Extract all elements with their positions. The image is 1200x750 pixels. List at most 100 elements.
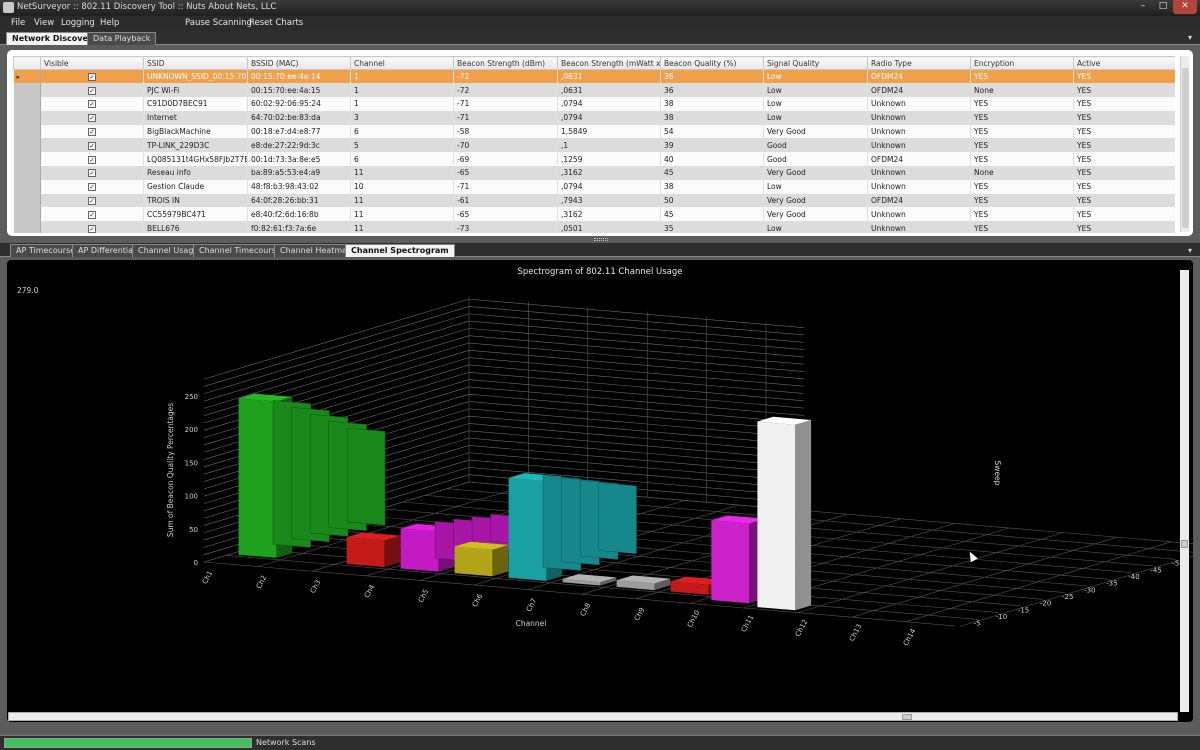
pin-icon[interactable]: ▾ — [1188, 33, 1192, 42]
tab-data-playback[interactable]: Data Playback — [87, 32, 157, 45]
visible-checkbox[interactable]: ✓ — [88, 86, 96, 95]
table-cell: None — [970, 166, 1074, 180]
tab-ap-differential[interactable]: AP Differential — [72, 244, 142, 257]
spectrogram-chart: Spectrogram of 802.11 Channel Usage 279.0… — [17, 267, 1193, 647]
x-tick-label: Ch6 — [471, 592, 485, 608]
table-row[interactable]: ✓ Gestion Claude 48:f8:b3:98:43:02 10 -71,07… — [13, 179, 1175, 194]
minimize-button[interactable]: – — [1133, 0, 1153, 14]
row-header[interactable] — [13, 138, 41, 153]
tab-channel-spectrogram[interactable]: Channel Spectrogram — [345, 244, 455, 257]
row-header[interactable] — [13, 179, 41, 194]
row-header[interactable] — [13, 193, 41, 208]
scrollbar-thumb[interactable] — [1182, 68, 1189, 228]
column-header[interactable]: Active — [1073, 56, 1175, 70]
column-header[interactable]: Beacon Strength (dBm) — [453, 56, 558, 70]
row-header[interactable] — [13, 83, 41, 98]
reset-charts-button[interactable]: Reset Charts — [249, 18, 303, 28]
row-header[interactable]: ▸ — [13, 69, 41, 84]
table-row[interactable]: ✓ PJC Wi-Fi 00:15:70:ee:4a:15 1 -72,0631 36 Lo… — [13, 83, 1175, 98]
visible-checkbox[interactable]: ✓ — [88, 100, 96, 109]
table-cell: 1 — [350, 97, 454, 111]
column-header[interactable]: Beacon Quality (%) — [660, 56, 764, 70]
visible-checkbox[interactable]: ✓ — [88, 141, 96, 150]
table-cell: 36 — [660, 69, 764, 84]
table-cell: 64:70:02:be:83:da — [247, 110, 351, 125]
chart-vertical-scrollbar[interactable] — [1180, 270, 1189, 712]
table-row[interactable]: ✓ Reseau info ba:89:a5:53:e4:a9 11 -65,3162 4… — [13, 166, 1175, 180]
bar — [616, 575, 671, 591]
table-cell: Low — [763, 179, 868, 194]
table-cell: OFDM24 — [867, 83, 971, 98]
table-row[interactable]: ✓ C91D0D7BEC91 60:02:92:06:95:24 1 -71,0794 3… — [13, 97, 1175, 111]
close-button[interactable]: ✕ — [1173, 0, 1197, 14]
table-row[interactable]: ✓ BigBlackMachine 00:18:e7:d4:e8:77 6 -58 1,5… — [13, 124, 1175, 139]
table-row[interactable]: ▸ ✓ UNKNOWN_SSID_00:15:70:... 00:15:70:ee:4… — [13, 69, 1175, 84]
tab-ap-timecourse[interactable]: AP Timecourse — [10, 244, 82, 257]
table-cell: 48:f8:b3:98:43:02 — [247, 179, 351, 194]
table-cell: ✓ — [40, 83, 144, 98]
row-header[interactable] — [13, 152, 41, 167]
visible-checkbox[interactable]: ✓ — [88, 114, 96, 123]
table-cell: 45 — [660, 207, 764, 222]
table-cell: ba:89:a5:53:e4:a9 — [247, 166, 351, 180]
x-tick-label: Ch2 — [255, 574, 269, 590]
visible-checkbox[interactable]: ✓ — [88, 128, 96, 137]
grid-line — [468, 423, 804, 453]
table-cell: YES — [970, 69, 1074, 84]
table-cell: 00:1d:73:3a:8e:e5 — [247, 152, 351, 167]
menu-view[interactable]: View — [34, 18, 54, 28]
bar-side — [384, 535, 401, 568]
column-header[interactable]: Visible — [40, 56, 144, 70]
table-cell: Good — [763, 152, 868, 167]
table-row[interactable]: ✓ TROIS IN 64:0f:28:26:bb:31 11 -61,7943 50 Ve… — [13, 193, 1175, 208]
x-tick-label: Ch4 — [363, 583, 377, 599]
column-header[interactable]: Channel — [350, 56, 454, 70]
table-row[interactable]: ✓ TP-LINK_229D3C e8:de:27:22:9d:3c 5 -70,1 39… — [13, 138, 1175, 153]
pin-icon[interactable]: ▾ — [1188, 246, 1192, 255]
grid-vertical-scrollbar[interactable] — [1180, 56, 1189, 232]
visible-checkbox[interactable]: ✓ — [88, 210, 96, 219]
row-header[interactable] — [13, 97, 41, 111]
column-header[interactable]: Radio Type — [867, 56, 971, 70]
table-row[interactable]: ✓ Internet 64:70:02:be:83:da 3 -71,0794 38 Low… — [13, 110, 1175, 125]
row-header[interactable] — [13, 124, 41, 139]
visible-checkbox[interactable]: ✓ — [88, 183, 96, 192]
row-header[interactable] — [13, 166, 41, 180]
menu-help[interactable]: Help — [100, 18, 119, 28]
visible-checkbox[interactable]: ✓ — [88, 73, 96, 82]
column-header[interactable]: Beacon Strength (mWatt x... — [557, 56, 661, 70]
column-header[interactable]: SSID — [143, 56, 248, 70]
row-header[interactable] — [13, 110, 41, 125]
visible-checkbox[interactable]: ✓ — [88, 197, 96, 206]
panel-splitter[interactable] — [594, 238, 608, 241]
row-header[interactable] — [13, 207, 41, 222]
column-header[interactable]: Encryption — [970, 56, 1074, 70]
table-cell: e8:de:27:22:9d:3c — [247, 138, 351, 153]
visible-checkbox[interactable]: ✓ — [88, 224, 96, 233]
scrollbar-thumb[interactable] — [902, 714, 912, 720]
visible-checkbox[interactable]: ✓ — [88, 155, 96, 164]
table-row[interactable]: ✓ LQ085131t4GHx58FJb2T7BoP 00:1d:73:3a:8e:… — [13, 152, 1175, 167]
maximize-button[interactable]: □ — [1153, 0, 1173, 14]
table-cell: -72 — [453, 83, 558, 98]
visible-checkbox[interactable]: ✓ — [88, 169, 96, 178]
z-tick-label: -35 — [1106, 580, 1117, 588]
chart-horizontal-scrollbar[interactable] — [8, 712, 1178, 721]
column-header[interactable]: Signal Quality — [763, 56, 868, 70]
table-cell: ✓ — [40, 166, 144, 180]
scrollbar-thumb[interactable] — [1181, 540, 1188, 548]
row-header[interactable] — [13, 221, 41, 233]
table-cell: ,0631 — [557, 69, 661, 84]
table-cell: YES — [1073, 193, 1175, 208]
bar-history — [347, 427, 386, 526]
table-row[interactable]: ✓ BELL676 f0:82:61:f3:7a:6e 11 -73,0501 35 Low… — [13, 221, 1175, 233]
table-cell: ,0794 — [557, 97, 661, 111]
table-row[interactable]: ✓ CC55979BC471 e8:40:f2:6d:16:8b 11 -65,3162… — [13, 207, 1175, 222]
menu-logging[interactable]: Logging — [61, 18, 95, 28]
tab-channel-timecourse[interactable]: Channel Timecourse — [193, 244, 287, 257]
table-cell: ✓ — [40, 110, 144, 125]
menu-file[interactable]: File — [11, 18, 25, 28]
chart-max-value: 279.0 — [17, 286, 39, 295]
pause-scanning-button[interactable]: Pause Scanning — [185, 18, 252, 28]
column-header[interactable]: BSSID (MAC) — [247, 56, 351, 70]
